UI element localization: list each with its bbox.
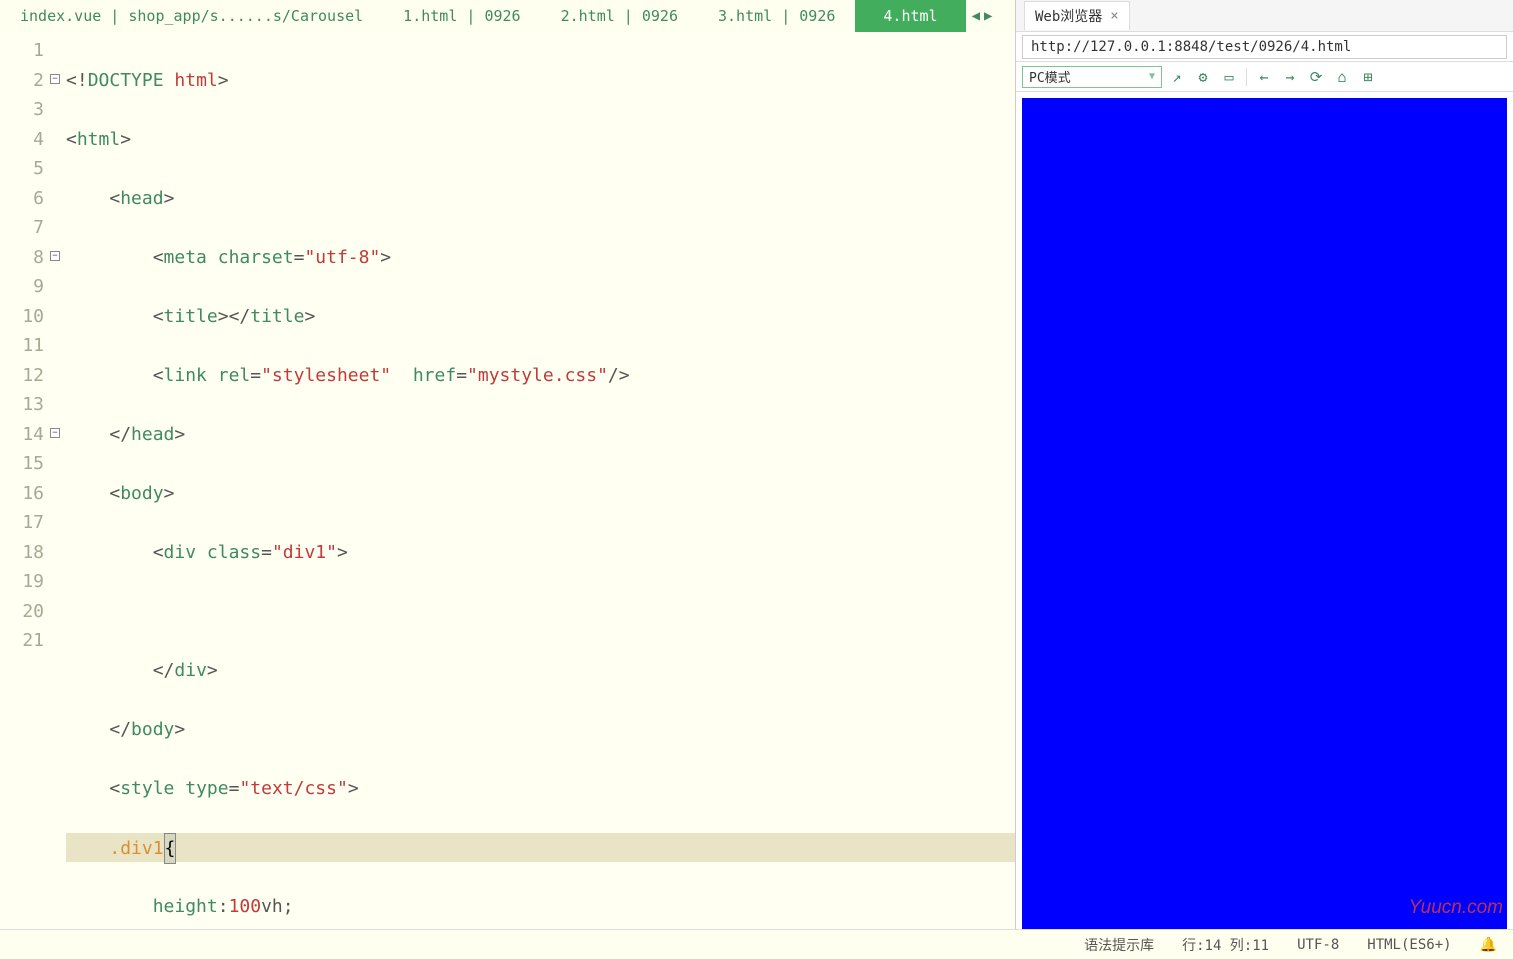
browser-pane: Web浏览器 × PC模式 ▼ ↗ ⚙ ▭ ← → ⟳ ⌂ ⊞ Yuucn.co… — [1016, 0, 1513, 959]
bell-icon[interactable]: 🔔 — [1480, 937, 1497, 953]
status-cursor: 行:14 列:11 — [1182, 935, 1269, 955]
tab-index-vue[interactable]: index.vue | shop_app/s......s/Carousel — [0, 0, 383, 32]
gear-icon[interactable]: ⚙ — [1192, 66, 1214, 88]
line-number: 21 — [0, 626, 48, 656]
line-number: 11 — [0, 331, 48, 361]
line-number: 5 — [0, 154, 48, 184]
status-bar: 语法提示库 行:14 列:11 UTF-8 HTML(ES6+) 🔔 — [0, 929, 1513, 959]
status-encoding[interactable]: UTF-8 — [1297, 937, 1339, 953]
mode-label: PC模式 — [1029, 67, 1071, 86]
line-number: 8− — [0, 243, 48, 273]
line-number: 9 — [0, 272, 48, 302]
refresh-icon[interactable]: ⟳ — [1305, 66, 1327, 88]
chevron-down-icon: ▼ — [1149, 71, 1155, 82]
close-icon[interactable]: × — [1110, 8, 1118, 24]
cursor-caret: { — [164, 833, 177, 865]
mode-select[interactable]: PC模式 ▼ — [1022, 66, 1162, 88]
tab-4-html[interactable]: 4.html — [855, 0, 965, 32]
line-number: 12 — [0, 361, 48, 391]
line-number: 3 — [0, 95, 48, 125]
line-number: 19 — [0, 567, 48, 597]
forward-icon[interactable]: → — [1279, 66, 1301, 88]
line-number: 2− — [0, 66, 48, 96]
browser-tab-title: Web浏览器 — [1035, 6, 1102, 26]
line-number: 20 — [0, 597, 48, 627]
code-lines[interactable]: <!DOCTYPE html> <html> <head> <meta char… — [48, 32, 1015, 959]
line-number: 14− — [0, 420, 48, 450]
toolbar-separator — [1246, 68, 1247, 86]
browser-tab[interactable]: Web浏览器 × — [1024, 1, 1130, 30]
line-number: 18 — [0, 538, 48, 568]
line-number: 10 — [0, 302, 48, 332]
tab-nav: ◀ ▶ — [966, 0, 999, 32]
line-number: 15 — [0, 449, 48, 479]
lock-icon[interactable]: ⌂ — [1331, 66, 1353, 88]
line-number: 16 — [0, 479, 48, 509]
line-number: 17 — [0, 508, 48, 538]
open-external-icon[interactable]: ↗ — [1166, 66, 1188, 88]
tab-1-html[interactable]: 1.html | 0926 — [383, 0, 540, 32]
line-number: 13 — [0, 390, 48, 420]
line-number: 1 — [0, 36, 48, 66]
status-lang[interactable]: HTML(ES6+) — [1367, 937, 1451, 953]
tab-3-html[interactable]: 3.html | 0926 — [698, 0, 855, 32]
back-icon[interactable]: ← — [1253, 66, 1275, 88]
code-area[interactable]: 1 2− 3 4 5 6 7 8− 9 10 11 12 13 14− 15 1… — [0, 32, 1015, 959]
browser-toolbar: PC模式 ▼ ↗ ⚙ ▭ ← → ⟳ ⌂ ⊞ — [1016, 62, 1513, 92]
tab-prev-icon[interactable]: ◀ — [972, 8, 980, 24]
window-icon[interactable]: ▭ — [1218, 66, 1240, 88]
tab-bar: index.vue | shop_app/s......s/Carousel 1… — [0, 0, 1015, 32]
preview-content — [1022, 98, 1507, 953]
browser-tab-bar: Web浏览器 × — [1016, 0, 1513, 32]
preview-area: Yuucn.com — [1016, 92, 1513, 959]
status-hint[interactable]: 语法提示库 — [1084, 935, 1154, 955]
editor-pane: index.vue | shop_app/s......s/Carousel 1… — [0, 0, 1016, 959]
gutter: 1 2− 3 4 5 6 7 8− 9 10 11 12 13 14− 15 1… — [0, 32, 48, 959]
line-number: 6 — [0, 184, 48, 214]
line-number: 4 — [0, 125, 48, 155]
grid-icon[interactable]: ⊞ — [1357, 66, 1379, 88]
address-bar — [1016, 32, 1513, 62]
tab-2-html[interactable]: 2.html | 0926 — [541, 0, 698, 32]
tab-next-icon[interactable]: ▶ — [984, 8, 992, 24]
url-input[interactable] — [1022, 35, 1507, 59]
line-number: 7 — [0, 213, 48, 243]
